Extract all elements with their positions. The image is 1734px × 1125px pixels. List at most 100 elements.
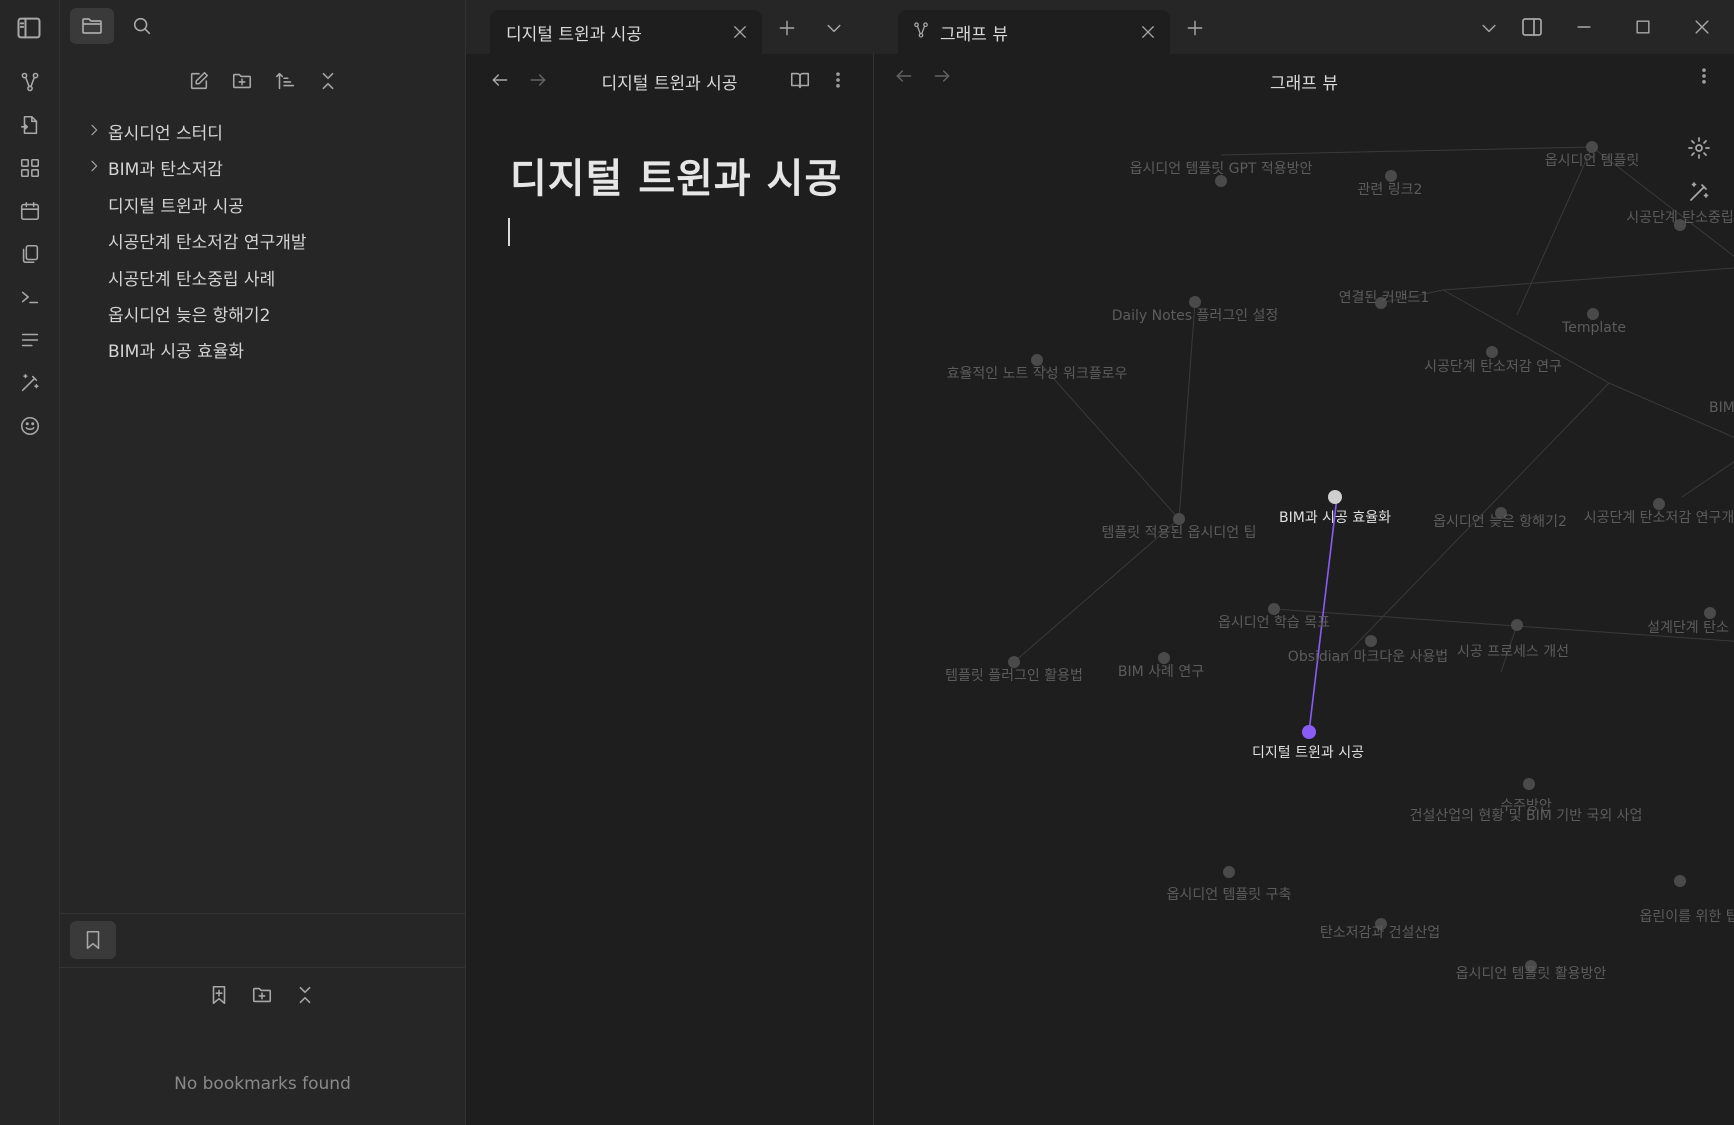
new-folder-icon[interactable] bbox=[227, 66, 257, 96]
graph-icon bbox=[912, 21, 930, 39]
tree-item-label: 시공단계 탄소저감 연구개발 bbox=[108, 232, 307, 253]
window-close-icon[interactable] bbox=[1688, 13, 1716, 41]
new-group-icon[interactable] bbox=[247, 980, 277, 1010]
graph-node-label[interactable]: 탄소저감과 건설산업 bbox=[1320, 925, 1440, 941]
folder-icon[interactable] bbox=[70, 8, 114, 44]
more-options-icon[interactable] bbox=[824, 66, 852, 94]
tab-label: 디지털 트윈과 시공 bbox=[506, 25, 642, 45]
graph-node-label[interactable]: 옵시디언 템플릿 활용방안 bbox=[1456, 966, 1607, 982]
tree-folder[interactable]: 옵시디언 스터디 bbox=[60, 114, 455, 148]
tab-list-chevron-icon[interactable] bbox=[1475, 14, 1503, 42]
graph-node-label[interactable]: 연결된 커맨드1 bbox=[1339, 290, 1430, 306]
graph-canvas[interactable]: 옵시디언 템플릿 GPT 적용방안관련 링크2 옵시디언 템플릿시공단계 탄소중립… bbox=[874, 54, 1734, 1125]
bookmark-add-icon[interactable] bbox=[204, 980, 234, 1010]
tree-folder[interactable]: BIM과 탄소저감 bbox=[60, 150, 455, 184]
graph-node-label[interactable]: 옵시디언 템플릿 구축 bbox=[1167, 887, 1292, 903]
close-icon[interactable] bbox=[1136, 20, 1160, 44]
graph-node-label[interactable]: 템플릿 적용된 옵시디언 팁 bbox=[1101, 525, 1256, 541]
maximize-icon[interactable] bbox=[1629, 13, 1657, 41]
close-icon[interactable] bbox=[728, 20, 752, 44]
graph-node-label[interactable]: BIM 사례 연구 bbox=[1118, 664, 1204, 680]
emoji-icon[interactable] bbox=[16, 412, 44, 440]
graph-node-dot[interactable] bbox=[1523, 778, 1535, 790]
magic-wand-icon[interactable] bbox=[16, 369, 44, 397]
graph-nodes: 옵시디언 템플릿 GPT 적용방안관련 링크2 옵시디언 템플릿시공단계 탄소중립… bbox=[945, 141, 1734, 982]
tree-item-label: 디지털 트윈과 시공 bbox=[108, 196, 244, 217]
graph-node-label[interactable]: 시공단계 탄소저감 연구 bbox=[1424, 359, 1562, 375]
graph-node-label[interactable]: 옵시디언 늦은 항해기2 bbox=[1433, 514, 1567, 530]
graph-node-dot[interactable] bbox=[1511, 619, 1523, 631]
new-note-icon[interactable] bbox=[184, 66, 214, 96]
collapse-all-icon[interactable] bbox=[313, 66, 343, 96]
minimize-icon[interactable] bbox=[1570, 13, 1598, 41]
graph-node-label[interactable]: 템플릿 플러그인 활용법 bbox=[945, 668, 1083, 684]
graph-settings-gear-icon[interactable] bbox=[1687, 136, 1715, 164]
graph-node-label[interactable]: 옵시디언 템플릿 GPT 적용방안 bbox=[1130, 161, 1313, 177]
graph-node-label[interactable]: 시공 프로세스 개선 bbox=[1457, 644, 1569, 660]
reading-mode-book-icon[interactable] bbox=[786, 66, 814, 94]
graph-node-label[interactable]: Daily Notes 플러그인 설정 bbox=[1112, 308, 1279, 324]
sort-icon[interactable] bbox=[270, 66, 300, 96]
new-tab-icon[interactable] bbox=[1181, 14, 1209, 42]
graph-node-dot[interactable] bbox=[1008, 656, 1020, 668]
graph-node-dot[interactable] bbox=[1704, 607, 1716, 619]
graph-node-dot[interactable] bbox=[1486, 346, 1498, 358]
graph-node-label[interactable]: 관련 링크2 bbox=[1358, 182, 1423, 198]
search-icon[interactable] bbox=[120, 8, 164, 44]
tree-file[interactable]: 시공단계 탄소중립 사례 bbox=[60, 260, 455, 294]
graph-node-label[interactable]: 옵시디언 학습 목표 bbox=[1218, 615, 1330, 631]
file-explorer-sidebar: 옵시디언 스터디 BIM과 탄소저감 디지털 트윈과 시공 시공단계 탄소저감 … bbox=[60, 0, 466, 1125]
tree-file[interactable]: BIM과 시공 효율화 bbox=[60, 332, 455, 366]
graph-node-label[interactable]: 옵시디언 템플릿 bbox=[1545, 153, 1640, 169]
new-tab-icon[interactable] bbox=[773, 14, 801, 42]
graph-node-dot[interactable] bbox=[1302, 725, 1316, 739]
tab-graph[interactable]: 그래프 뷰 bbox=[898, 10, 1170, 54]
tab-note[interactable]: 디지털 트윈과 시공 bbox=[490, 10, 762, 54]
graph-node-dot[interactable] bbox=[1653, 498, 1665, 510]
collapse-icon[interactable] bbox=[290, 980, 320, 1010]
graph-node-label[interactable]: 효율적인 노트 작성 워크플로우 bbox=[947, 366, 1128, 382]
terminal-icon[interactable] bbox=[16, 283, 44, 311]
graph-icon[interactable] bbox=[16, 68, 44, 96]
tree-file[interactable]: 시공단계 탄소저감 연구개발 bbox=[60, 223, 455, 257]
graph-node-dot[interactable] bbox=[1158, 652, 1170, 664]
graph-node-label[interactable]: 옵린이를 위한 팁 bbox=[1639, 909, 1734, 925]
graph-node-dot[interactable] bbox=[1586, 141, 1598, 153]
graph-node-label[interactable]: BIM과 시공 효율화 bbox=[1279, 510, 1391, 526]
graph-node-label[interactable]: 수주방안 bbox=[1500, 798, 1552, 814]
graph-node-dot[interactable] bbox=[1674, 875, 1686, 887]
graph-node-label[interactable]: 시공단계 탄소중립 bbox=[1626, 210, 1734, 226]
graph-node-dot[interactable] bbox=[1189, 296, 1201, 308]
tree-item-label: 시공단계 탄소중립 사례 bbox=[108, 269, 276, 290]
note-heading[interactable]: 디지털 트윈과 시공 bbox=[510, 146, 842, 204]
divider bbox=[60, 967, 465, 968]
file-switch-icon[interactable] bbox=[16, 111, 44, 139]
copy-icon[interactable] bbox=[16, 240, 44, 268]
graph-node-dot[interactable] bbox=[1268, 603, 1280, 615]
tree-file[interactable]: 옵시디언 늦은 항해기2 bbox=[60, 296, 455, 330]
tree-file[interactable]: 디지털 트윈과 시공 bbox=[60, 187, 455, 221]
graph-node-dot[interactable] bbox=[1328, 490, 1342, 504]
bookmark-icon[interactable] bbox=[70, 921, 116, 959]
graph-node-label[interactable]: Template bbox=[1561, 320, 1626, 336]
divider bbox=[60, 913, 465, 914]
right-sidebar-toggle-icon[interactable] bbox=[1518, 13, 1546, 41]
graph-node-dot[interactable] bbox=[1031, 354, 1043, 366]
blocks-icon[interactable] bbox=[16, 154, 44, 182]
graph-node-dot[interactable] bbox=[1173, 513, 1185, 525]
graph-node-label[interactable]: 시공단계 탄소저감 연구개 bbox=[1584, 510, 1734, 526]
graph-node-dot[interactable] bbox=[1587, 308, 1599, 320]
chevron-down-icon[interactable] bbox=[820, 14, 848, 42]
graph-node-dot[interactable] bbox=[1385, 170, 1397, 182]
graph-node-label[interactable]: 디지털 트윈과 시공 bbox=[1252, 745, 1364, 761]
graph-animate-wand-icon[interactable] bbox=[1687, 180, 1715, 208]
list-icon[interactable] bbox=[16, 326, 44, 354]
graph-node-label[interactable]: Obsidian 마크다운 사용법 bbox=[1288, 649, 1448, 665]
calendar-icon[interactable] bbox=[16, 197, 44, 225]
graph-node-label[interactable]: BIM bbox=[1709, 400, 1734, 416]
graph-node-label[interactable]: 설계단계 탄소 bbox=[1647, 620, 1729, 636]
sidebar-toggle-icon[interactable] bbox=[15, 14, 43, 42]
graph-view-pane[interactable]: 그래프 뷰 옵시디언 템플릿 GPT 적용방안 관련 링크2 옵시디언 템플릿 … bbox=[874, 54, 1734, 1125]
graph-node-dot[interactable] bbox=[1365, 635, 1377, 647]
graph-node-dot[interactable] bbox=[1223, 866, 1235, 878]
